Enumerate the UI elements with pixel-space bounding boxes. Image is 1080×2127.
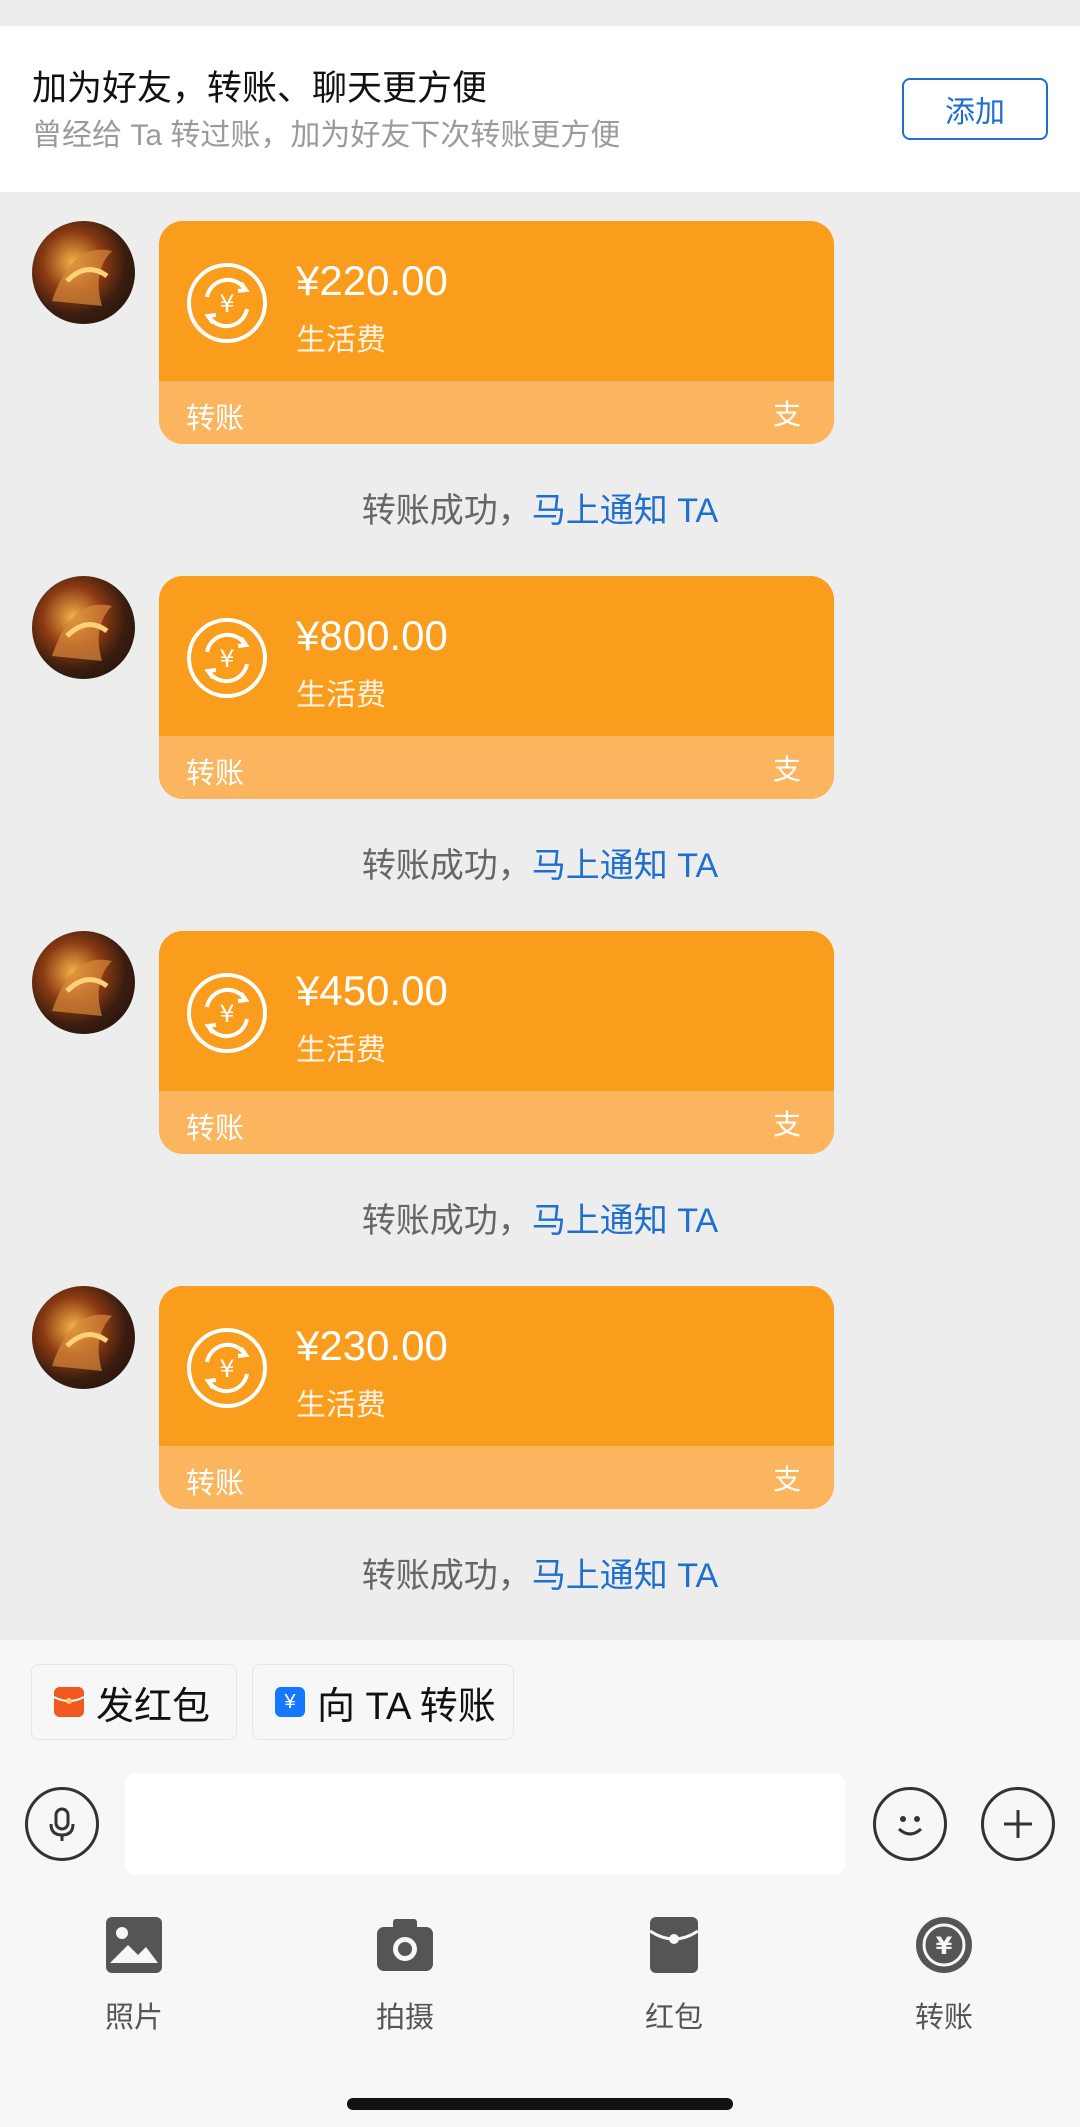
transfer-card-footer: 转账 支	[159, 736, 834, 799]
alipay-icon: 支	[773, 1463, 801, 1496]
camera-icon	[377, 1919, 433, 1971]
toolbar-label: 照片	[104, 2002, 163, 2034]
status-text: 转账成功，	[361, 1557, 532, 1595]
transfer-status: 转账成功，马上通知 TA	[0, 1193, 1080, 1242]
svg-text:¥: ¥	[219, 290, 234, 318]
transfer-message: ¥ ¥230.00 生活费 转账 支 转账成功，马上通知 TA	[0, 1286, 1080, 1641]
transfer-message: ¥ ¥450.00 生活费 转账 支 转账成功，马上通知 TA	[0, 931, 1080, 1286]
quick-action-label: 向 TA 转账	[317, 1685, 496, 1728]
status-bar-area	[0, 0, 1080, 26]
transfer-icon: ¥	[916, 1917, 972, 1973]
toolbar-photo[interactable]: 照片	[74, 1915, 194, 2036]
toolbar-label: 拍摄	[375, 2002, 434, 2034]
notify-link[interactable]: 马上通知 TA	[532, 1557, 718, 1595]
avatar[interactable]	[32, 1286, 135, 1389]
transfer-amount: ¥230.00	[296, 1322, 448, 1369]
transfer-memo: 生活费	[296, 324, 386, 357]
transfer-card-body: ¥ ¥220.00 生活费	[159, 221, 834, 381]
svg-text:¥: ¥	[219, 1355, 234, 1383]
transfer-amount: ¥450.00	[296, 967, 448, 1014]
banner-subtitle: 曾经给 Ta 转过账，加为好友下次转账更方便	[32, 119, 621, 152]
transfer-amount: ¥220.00	[296, 257, 448, 304]
transfer-card[interactable]: ¥ ¥230.00 生活费 转账 支	[159, 1286, 834, 1509]
transfer-card[interactable]: ¥ ¥450.00 生活费 转账 支	[159, 931, 834, 1154]
transfer-card[interactable]: ¥ ¥220.00 生活费 转账 支	[159, 221, 834, 444]
home-indicator	[347, 2098, 733, 2110]
svg-text:支: 支	[773, 753, 801, 786]
notify-link[interactable]: 马上通知 TA	[532, 1202, 718, 1240]
chat-input-panel: 发红包 ¥ 向 TA 转账 照片 拍摄 红包 ¥ 转账	[0, 1640, 1080, 2127]
avatar[interactable]	[32, 931, 135, 1034]
emoji-button[interactable]	[873, 1787, 947, 1861]
toolbar-red-packet[interactable]: 红包	[614, 1915, 734, 2036]
plus-icon	[1004, 1810, 1032, 1838]
transfer-amount: ¥800.00	[296, 612, 448, 659]
transfer-card-footer: 转账 支	[159, 1091, 834, 1154]
status-text: 转账成功，	[361, 847, 532, 885]
transfer-status: 转账成功，马上通知 TA	[0, 1548, 1080, 1597]
status-text: 转账成功，	[361, 492, 532, 530]
add-friend-button[interactable]: 添加	[902, 78, 1048, 140]
transfer-coin-icon: ¥	[187, 973, 267, 1053]
transfer-type-label: 转账	[186, 1113, 245, 1145]
transfer-memo: 生活费	[296, 1034, 386, 1067]
transfer-coin-icon: ¥	[187, 1328, 267, 1408]
transfer-status: 转账成功，马上通知 TA	[0, 483, 1080, 532]
alipay-icon: 支	[773, 753, 801, 786]
toolbar-camera[interactable]: 拍摄	[345, 1915, 465, 2036]
banner-title: 加为好友，转账、聊天更方便	[32, 69, 488, 108]
transfer-coin-icon: ¥	[187, 618, 267, 698]
notify-link[interactable]: 马上通知 TA	[532, 492, 718, 530]
quick-action-label: 发红包	[96, 1685, 211, 1728]
toolbar-transfer[interactable]: ¥ 转账	[884, 1915, 1004, 2036]
alipay-icon: 支	[773, 398, 801, 431]
transfer-card-body: ¥ ¥800.00 生活费	[159, 576, 834, 736]
toolbar-label: 转账	[914, 2002, 973, 2034]
transfer-coin-icon: ¥	[187, 263, 267, 343]
svg-text:¥: ¥	[219, 645, 234, 673]
transfer-message: ¥ ¥220.00 生活费 转账 支 转账成功，马上通知 TA	[0, 221, 1080, 576]
voice-button[interactable]	[25, 1787, 99, 1861]
notify-link[interactable]: 马上通知 TA	[532, 847, 718, 885]
avatar[interactable]	[32, 576, 135, 679]
smiley-icon	[897, 1816, 923, 1836]
transfer-card[interactable]: ¥ ¥800.00 生活费 转账 支	[159, 576, 834, 799]
transfer-status: 转账成功，马上通知 TA	[0, 838, 1080, 887]
transfer-icon: ¥	[275, 1687, 305, 1717]
send-red-packet-button[interactable]: 发红包	[31, 1664, 237, 1740]
red-packet-icon	[54, 1687, 84, 1717]
microphone-icon	[49, 1807, 75, 1841]
transfer-card-body: ¥ ¥230.00 生活费	[159, 1286, 834, 1446]
toolbar-label: 红包	[644, 2002, 703, 2034]
message-input[interactable]	[125, 1773, 845, 1875]
alipay-icon: 支	[773, 1108, 801, 1141]
transfer-card-footer: 转账 支	[159, 381, 834, 444]
svg-text:支: 支	[773, 398, 801, 431]
svg-text:¥: ¥	[219, 1000, 234, 1028]
transfer-type-label: 转账	[186, 758, 245, 790]
transfer-to-ta-button[interactable]: ¥ 向 TA 转账	[252, 1664, 514, 1740]
transfer-type-label: 转账	[186, 403, 245, 435]
status-text: 转账成功，	[361, 1202, 532, 1240]
transfer-memo: 生活费	[296, 679, 386, 712]
more-button[interactable]	[981, 1787, 1055, 1861]
transfer-memo: 生活费	[296, 1389, 386, 1422]
transfer-card-body: ¥ ¥450.00 生活费	[159, 931, 834, 1091]
svg-text:支: 支	[773, 1463, 801, 1496]
avatar[interactable]	[32, 221, 135, 324]
svg-text:支: 支	[773, 1108, 801, 1141]
add-friend-banner: 加为好友，转账、聊天更方便 曾经给 Ta 转过账，加为好友下次转账更方便 添加	[0, 26, 1080, 192]
transfer-card-footer: 转账 支	[159, 1446, 834, 1509]
svg-text:¥: ¥	[936, 1932, 953, 1960]
red-packet-icon	[649, 1917, 699, 1973]
transfer-message: ¥ ¥800.00 生活费 转账 支 转账成功，马上通知 TA	[0, 576, 1080, 931]
photo-icon	[106, 1917, 162, 1973]
transfer-type-label: 转账	[186, 1468, 245, 1500]
